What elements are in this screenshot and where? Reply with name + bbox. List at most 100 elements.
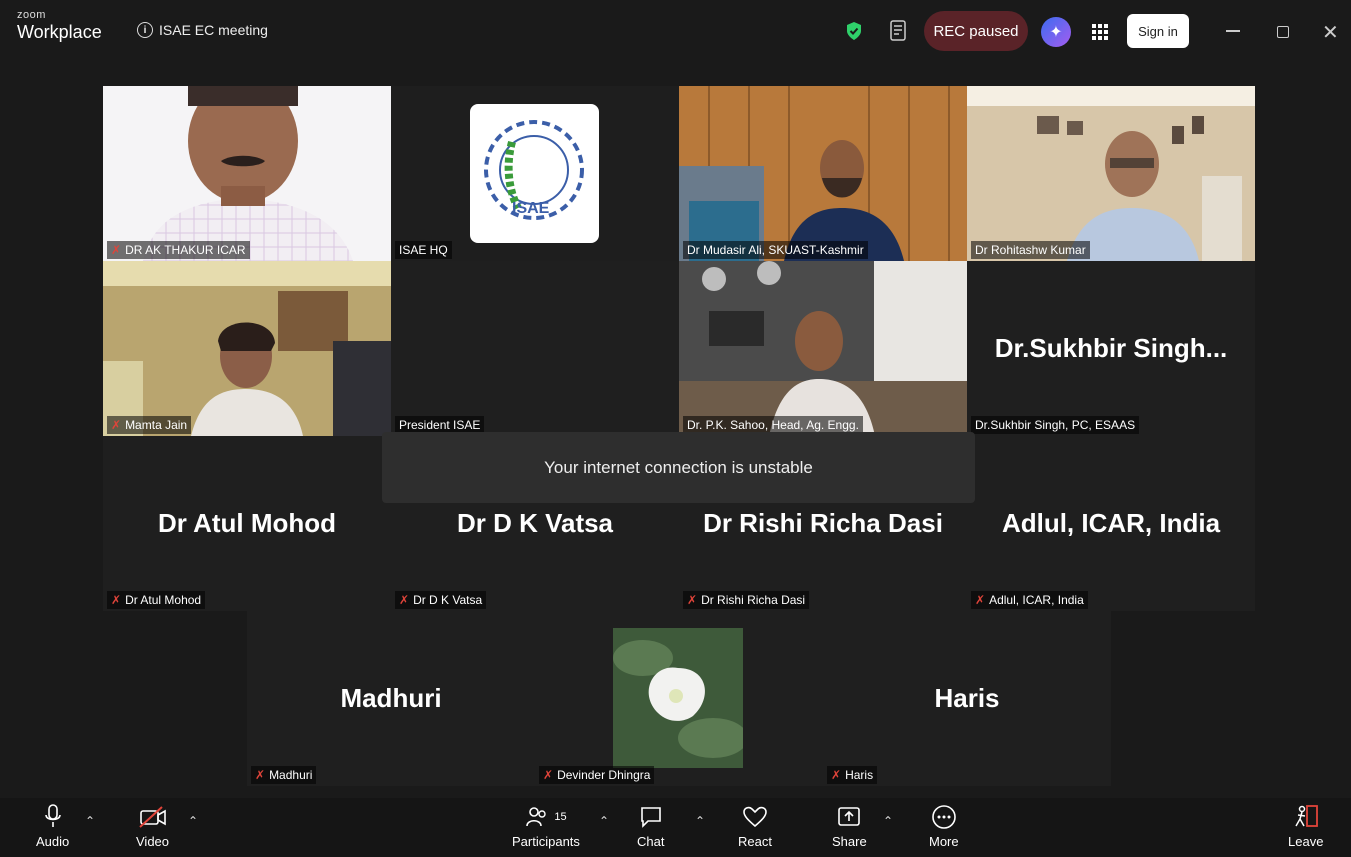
mic-muted-icon: ✗ <box>111 243 122 257</box>
chat-button[interactable]: Chat <box>637 804 664 849</box>
participant-display-name: Dr Rishi Richa Dasi <box>703 508 943 538</box>
participant-name: Devinder Dhingra <box>557 768 651 782</box>
share-button[interactable]: Share <box>832 804 867 849</box>
audio-button[interactable]: Audio <box>36 804 69 849</box>
video-tile-atul-mohod[interactable]: Dr Atul Mohod ✗ Dr Atul Mohod <box>103 436 391 611</box>
leave-button[interactable]: Leave <box>1288 804 1323 849</box>
logo-text: ISAE <box>512 200 550 217</box>
meeting-info[interactable]: i ISAE EC meeting <box>137 22 268 38</box>
participant-video <box>103 86 391 261</box>
participant-name-tag: Dr.Sukhbir Singh, PC, ESAAS <box>971 416 1140 434</box>
participant-name: Adlul, ICAR, India <box>989 593 1084 607</box>
brand-large: Workplace <box>17 22 102 42</box>
profile-picture-flower <box>613 628 743 768</box>
participant-name-tag: Dr Mudasir Ali, SKUAST-Kashmir <box>683 241 868 259</box>
participant-name: Madhuri <box>269 768 313 782</box>
sign-in-button[interactable]: Sign in <box>1127 14 1189 48</box>
mic-muted-icon: ✗ <box>399 593 410 607</box>
participant-name: DR AK THAKUR ICAR <box>125 243 246 257</box>
video-tile-rohitashw-kumar[interactable]: Dr Rohitashw Kumar <box>967 86 1255 261</box>
isae-logo: ISAE <box>470 104 599 243</box>
participants-button[interactable]: 15 Participants <box>512 804 580 849</box>
recording-status-button[interactable]: REC paused <box>924 11 1028 51</box>
video-button[interactable]: Video <box>136 804 169 849</box>
apps-grid-icon[interactable] <box>1091 23 1109 41</box>
participants-options-caret-icon[interactable]: ⌃ <box>599 814 609 828</box>
participant-name-tag: Dr Rohitashw Kumar <box>971 241 1090 259</box>
react-button[interactable]: React <box>738 804 772 849</box>
participant-display-name: Haris <box>934 683 1000 713</box>
chat-options-caret-icon[interactable]: ⌃ <box>695 814 705 828</box>
share-label: Share <box>832 834 867 849</box>
share-options-caret-icon[interactable]: ⌃ <box>883 814 893 828</box>
maximize-icon[interactable] <box>1277 26 1289 38</box>
participant-display-name: Madhuri <box>340 683 442 713</box>
participant-name-tag: ✗ Dr Rishi Richa Dasi <box>683 591 810 609</box>
participant-name: Dr.Sukhbir Singh, PC, ESAAS <box>975 418 1136 432</box>
participant-video <box>103 261 391 436</box>
participant-name: Mamta Jain <box>125 418 188 432</box>
title-bar: zoom Workplace i ISAE EC meeting REC pau… <box>0 0 1351 62</box>
participant-name-tag: ✗ Adlul, ICAR, India <box>971 591 1088 609</box>
video-tile-haris[interactable]: Haris ✗ Haris <box>823 611 1111 786</box>
audio-options-caret-icon[interactable]: ⌃ <box>85 814 95 828</box>
video-options-caret-icon[interactable]: ⌃ <box>188 814 198 828</box>
mic-muted-icon: ✗ <box>255 768 266 782</box>
video-tile-devinder-dhingra[interactable]: ✗ Devinder Dhingra <box>535 611 823 786</box>
participant-name-tag: ✗ Dr D K Vatsa <box>395 591 487 609</box>
video-tile-ak-thakur[interactable]: ✗ DR AK THAKUR ICAR <box>103 86 391 261</box>
participant-display-name: Dr.Sukhbir Singh... <box>994 333 1228 363</box>
video-tile-sukhbir-singh[interactable]: Dr.Sukhbir Singh... Dr.Sukhbir Singh, PC… <box>967 261 1255 436</box>
leave-door-icon <box>1295 805 1318 827</box>
video-tile-pk-sahoo[interactable]: Dr. P.K. Sahoo, Head, Ag. Engg. <box>679 261 967 436</box>
participant-name-tag: ✗ DR AK THAKUR ICAR <box>107 241 250 259</box>
participant-name: Dr D K Vatsa <box>413 593 483 607</box>
microphone-icon <box>44 804 61 827</box>
meeting-toolbar: Audio ⌃ Video ⌃ 15 Participants ⌃ Chat ⌃ <box>0 798 1351 857</box>
isae-gear-logo <box>484 120 584 220</box>
mic-muted-icon: ✗ <box>111 593 122 607</box>
chat-label: Chat <box>637 834 665 849</box>
mic-muted-icon: ✗ <box>111 418 122 432</box>
participant-name: Haris <box>845 768 874 782</box>
video-tile-adlul[interactable]: Adlul, ICAR, India ✗ Adlul, ICAR, India <box>967 436 1255 611</box>
video-tile-president-isae[interactable]: President ISAE <box>391 261 679 436</box>
mic-muted-icon: ✗ <box>543 768 554 782</box>
mic-muted-icon: ✗ <box>687 593 698 607</box>
participant-name-tag: ✗ Haris <box>827 766 878 784</box>
leave-label: Leave <box>1288 834 1324 849</box>
chat-icon <box>640 807 661 828</box>
shield-check-icon[interactable] <box>845 21 863 41</box>
more-button[interactable]: More <box>929 804 959 849</box>
participants-label: Participants <box>512 834 580 849</box>
participant-display-name: Dr Atul Mohod <box>157 508 337 538</box>
video-label: Video <box>136 834 170 849</box>
video-tile-madhuri[interactable]: Madhuri ✗ Madhuri <box>247 611 535 786</box>
video-tile-isae-hq[interactable]: ISAE ISAE HQ <box>391 86 679 261</box>
minimize-icon[interactable] <box>1226 30 1240 32</box>
participant-name: ISAE HQ <box>399 243 448 257</box>
participant-name: President ISAE <box>399 418 481 432</box>
video-tile-mudasir-ali[interactable]: Dr Mudasir Ali, SKUAST-Kashmir <box>679 86 967 261</box>
heart-icon <box>743 806 767 828</box>
participant-name-tag: ✗ Dr Atul Mohod <box>107 591 206 609</box>
video-tile-mamta-jain[interactable]: ✗ Mamta Jain <box>103 261 391 436</box>
more-icon <box>932 805 956 829</box>
meeting-title: ISAE EC meeting <box>159 22 268 38</box>
participant-name-tag: ✗ Devinder Dhingra <box>539 766 655 784</box>
participant-name: Dr Mudasir Ali, SKUAST-Kashmir <box>687 243 864 257</box>
participant-video <box>679 261 967 436</box>
close-icon[interactable]: ✕ <box>1322 20 1339 45</box>
participant-video <box>967 86 1255 261</box>
participant-display-name: Adlul, ICAR, India <box>1001 508 1221 538</box>
participants-icon <box>526 807 547 827</box>
more-label: More <box>929 834 959 849</box>
participant-name-tag: ISAE HQ <box>395 241 452 259</box>
participant-name-tag: ✗ Madhuri <box>251 766 317 784</box>
mic-muted-icon: ✗ <box>975 593 986 607</box>
transcript-icon[interactable] <box>889 20 909 42</box>
ai-companion-icon[interactable]: ✦ <box>1041 17 1071 47</box>
participant-count: 15 <box>554 811 567 823</box>
participant-name: Dr Atul Mohod <box>125 593 202 607</box>
mic-muted-icon: ✗ <box>831 768 842 782</box>
